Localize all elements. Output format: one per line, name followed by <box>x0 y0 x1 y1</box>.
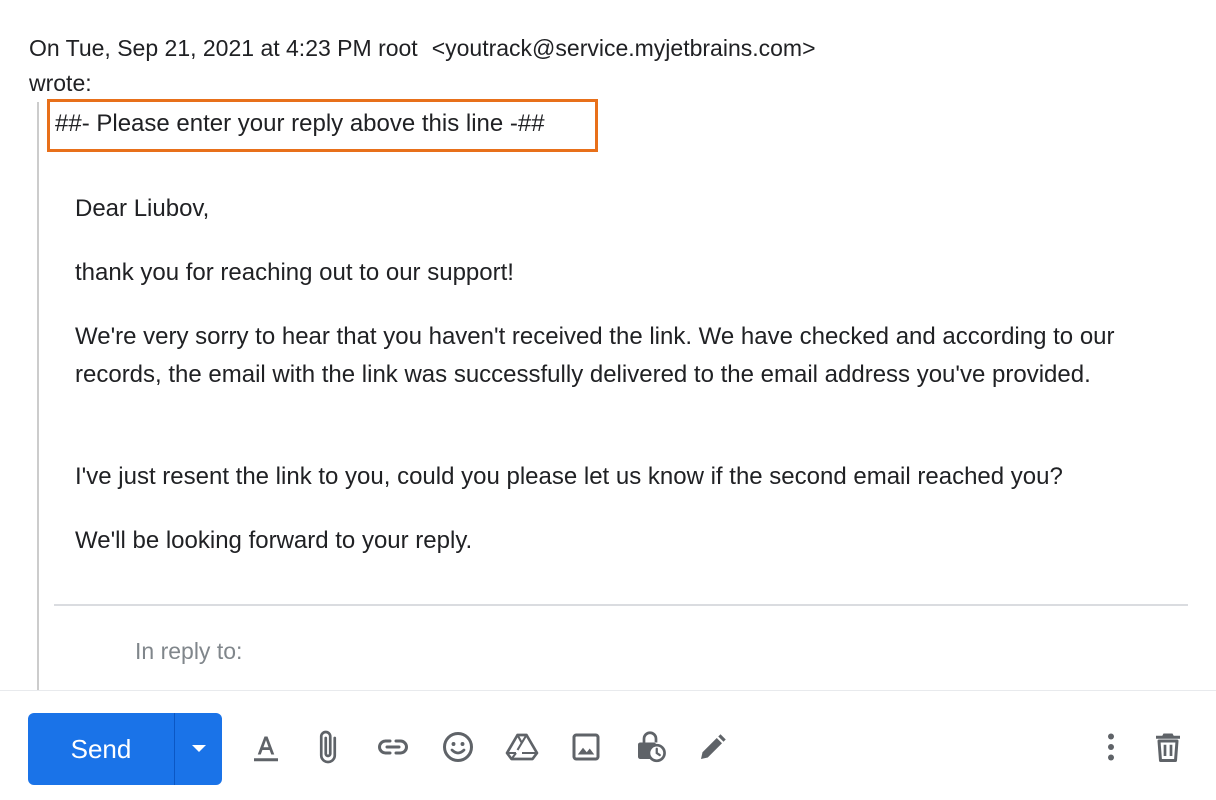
image-icon <box>572 733 600 761</box>
sender-email[interactable]: <youtrack@service.myjetbrains.com> <box>432 35 816 61</box>
confidential-mode-icon <box>638 731 666 763</box>
send-button[interactable]: Send <box>28 713 174 785</box>
quote-header-wrote: wrote: <box>29 70 92 96</box>
message-greeting: Dear Liubov, <box>75 195 210 222</box>
confidential-mode-button[interactable] <box>630 727 670 767</box>
insert-drive-file-button[interactable] <box>502 727 542 767</box>
message-thanks: thank you for reaching out to our suppor… <box>75 259 514 286</box>
link-icon <box>378 739 408 755</box>
discard-draft-button[interactable] <box>1148 727 1188 767</box>
divider <box>54 604 1188 606</box>
in-reply-to-label: In reply to: <box>135 638 243 664</box>
trash-icon <box>1156 733 1180 762</box>
chevron-down-icon <box>191 745 206 752</box>
signature-icon <box>701 734 726 759</box>
insert-signature-button[interactable] <box>693 727 733 767</box>
attach-files-button[interactable] <box>308 727 348 767</box>
format-text-icon <box>254 736 278 762</box>
attach-icon <box>319 730 337 764</box>
formatting-options-button[interactable] <box>246 727 286 767</box>
message-paragraph-2: I've just resent the link to you, could … <box>75 463 1063 490</box>
more-options-button[interactable] <box>1091 727 1131 767</box>
insert-emoji-button[interactable] <box>438 727 478 767</box>
message-paragraph-1: We're very sorry to hear that you haven'… <box>75 323 1115 388</box>
quote-bar <box>37 102 39 690</box>
insert-link-button[interactable] <box>373 727 413 767</box>
quote-header: On Tue, Sep 21, 2021 at 4:23 PM root <you… <box>29 33 816 63</box>
emoji-icon <box>443 732 473 762</box>
drive-icon <box>505 733 539 761</box>
compose-toolbar: Send <box>0 690 1216 800</box>
message-paragraph-3: We'll be looking forward to your reply. <box>75 527 473 554</box>
more-options-icon <box>1108 733 1114 761</box>
send-button-group: Send <box>28 713 222 785</box>
more-send-options-button[interactable] <box>175 713 222 785</box>
insert-photo-button[interactable] <box>566 727 606 767</box>
reply-marker-line: ##- Please enter your reply above this l… <box>55 110 545 137</box>
quote-header-prefix: On Tue, Sep 21, 2021 at 4:23 PM root <box>29 35 418 61</box>
